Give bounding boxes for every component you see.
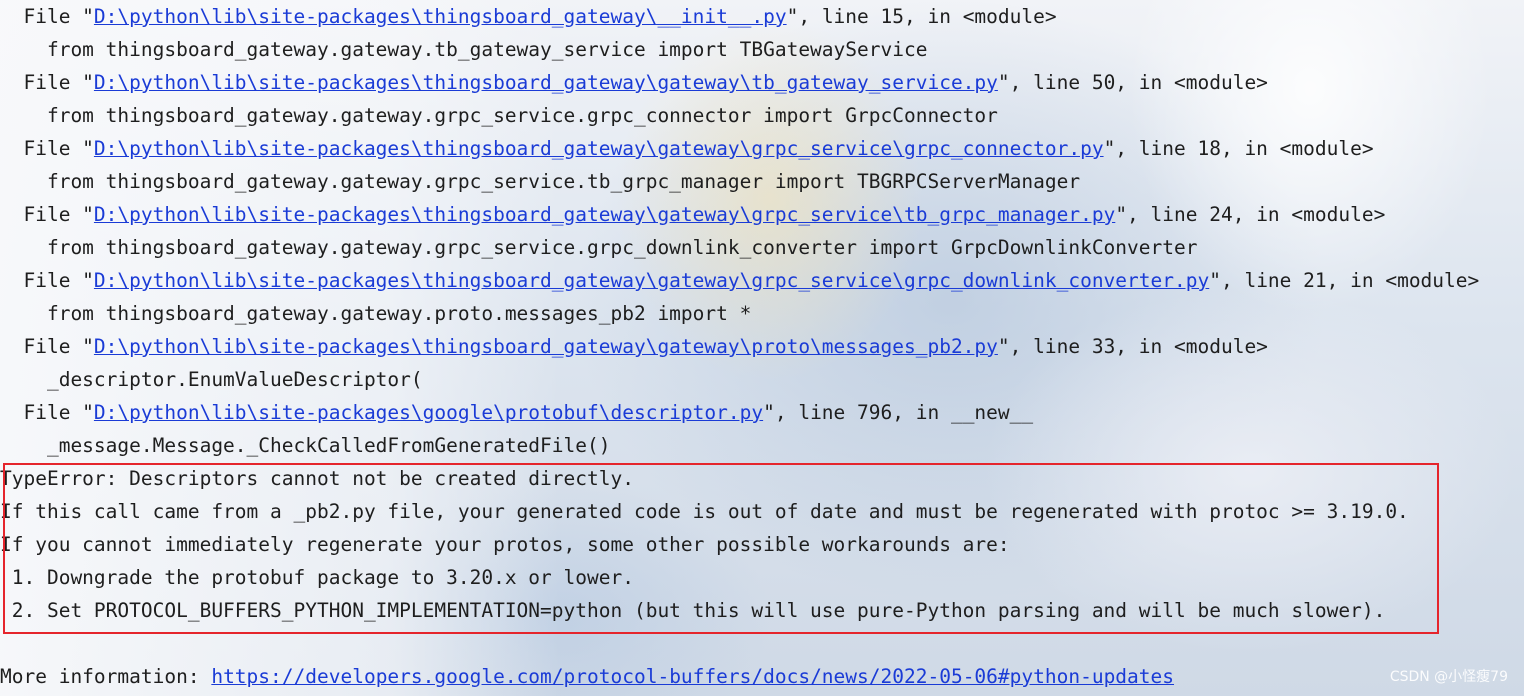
file-link[interactable]: D:\python\lib\site-packages\thingsboard_…: [94, 71, 998, 94]
trace-line-file: File "D:\python\lib\site-packages\google…: [0, 401, 1034, 424]
file-link[interactable]: D:\python\lib\site-packages\thingsboard_…: [94, 203, 1115, 226]
trace-line-file: File "D:\python\lib\site-packages\things…: [0, 269, 1480, 292]
error-highlight-box: [3, 463, 1439, 634]
trace-line-file: File "D:\python\lib\site-packages\things…: [0, 71, 1268, 94]
csdn-watermark: CSDN @小怪瘦79: [1389, 669, 1508, 685]
file-link[interactable]: D:\python\lib\site-packages\thingsboard_…: [94, 269, 1209, 292]
trace-line-code: from thingsboard_gateway.gateway.proto.m…: [0, 302, 752, 325]
more-info-label: More information:: [0, 665, 212, 688]
file-link[interactable]: D:\python\lib\site-packages\thingsboard_…: [94, 335, 998, 358]
more-info-link[interactable]: https://developers.google.com/protocol-b…: [211, 665, 1174, 688]
trace-line-file: File "D:\python\lib\site-packages\things…: [0, 203, 1386, 226]
trace-line-code: from thingsboard_gateway.gateway.grpc_se…: [0, 236, 1198, 259]
trace-line-file: File "D:\python\lib\site-packages\things…: [0, 137, 1374, 160]
trace-line-code: _message.Message._CheckCalledFromGenerat…: [0, 434, 611, 457]
more-info-line: More information: https://developers.goo…: [0, 660, 1174, 693]
console-output[interactable]: File "D:\python\lib\site-packages\things…: [0, 0, 1524, 696]
trace-line-file: File "D:\python\lib\site-packages\things…: [0, 335, 1268, 358]
trace-line-code: from thingsboard_gateway.gateway.tb_gate…: [0, 38, 928, 61]
trace-line-code: from thingsboard_gateway.gateway.grpc_se…: [0, 104, 998, 127]
file-link[interactable]: D:\python\lib\site-packages\google\proto…: [94, 401, 763, 424]
trace-line-code: from thingsboard_gateway.gateway.grpc_se…: [0, 170, 1081, 193]
file-link[interactable]: D:\python\lib\site-packages\thingsboard_…: [94, 137, 1104, 160]
file-link[interactable]: D:\python\lib\site-packages\thingsboard_…: [94, 5, 787, 28]
trace-line-code: _descriptor.EnumValueDescriptor(: [0, 368, 423, 391]
trace-line-file: File "D:\python\lib\site-packages\things…: [0, 5, 1057, 28]
